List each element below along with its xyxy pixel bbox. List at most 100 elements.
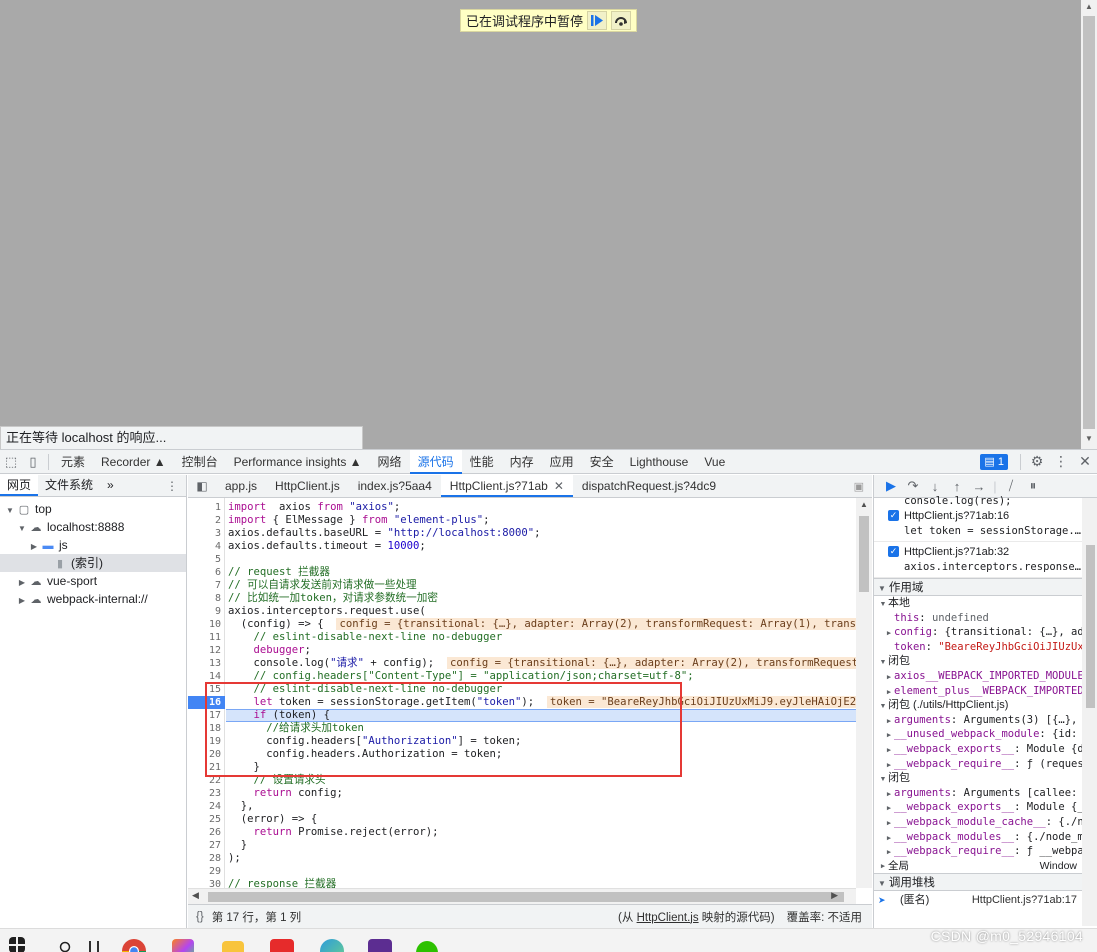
checkbox-checked-icon[interactable]: ✓ — [888, 510, 899, 521]
line-number[interactable]: 27 — [188, 839, 221, 852]
tab-vue[interactable]: Vue — [696, 450, 733, 474]
editor-tab[interactable]: HttpClient.js — [266, 475, 349, 497]
toggle-debugger-icon[interactable]: ▣ — [854, 480, 864, 493]
resume-icon[interactable]: ▶ — [880, 478, 902, 494]
file-explorer-icon[interactable] — [222, 941, 244, 952]
tab-sources[interactable]: 源代码 — [409, 449, 462, 474]
scope-section-header[interactable]: ▼ 作用域 — [874, 578, 1097, 596]
step-over-icon[interactable] — [611, 11, 632, 30]
scope-variable[interactable]: ▶ __webpack_module_cache__: {./noc — [878, 815, 1097, 830]
scope-variable[interactable]: ▶ __webpack_exports__: Module {def — [878, 742, 1097, 757]
scroll-up-icon[interactable]: ▲ — [1081, 2, 1097, 11]
scroll-left-icon[interactable]: ◀ — [192, 890, 199, 901]
scroll-down-icon[interactable]: ▼ — [1081, 434, 1097, 443]
scope-group-header[interactable]: ▼ 闭包 — [878, 771, 1097, 786]
line-number[interactable]: 10 — [188, 618, 221, 631]
line-number[interactable]: 11 — [188, 631, 221, 644]
line-number[interactable]: 26 — [188, 826, 221, 839]
intellij-icon[interactable] — [172, 939, 194, 952]
breakpoint-item[interactable]: ✓ HttpClient.js?71ab:16 let token = sess… — [874, 506, 1097, 542]
chevron-right-icon[interactable]: ▶ — [884, 816, 894, 830]
chevron-right-icon[interactable]: ▶ — [884, 728, 894, 742]
scope-variable[interactable]: ▶axios__WEBPACK_IMPORTED_MODULE_0: — [878, 669, 1097, 684]
close-tab-icon[interactable]: ✕ — [554, 479, 564, 493]
line-number[interactable]: 6 — [188, 566, 221, 579]
line-number[interactable]: 29 — [188, 865, 221, 878]
chevron-right-icon[interactable]: ▶ — [884, 670, 894, 684]
scope-group-header[interactable]: ▼ 闭包 (./utils/HttpClient.js) — [878, 698, 1097, 713]
tab-page[interactable]: 网页 — [0, 475, 39, 496]
tree-item[interactable]: ▶ ☁ vue-sport — [0, 572, 186, 590]
tree-item[interactable]: ▼ ☁ localhost:8888 — [0, 518, 186, 536]
toggle-navigator-icon[interactable]: ◧ — [188, 479, 216, 493]
line-number[interactable]: 13 — [188, 657, 221, 670]
line-number[interactable]: 2 — [188, 514, 221, 527]
scroll-up-icon[interactable]: ▲ — [860, 500, 868, 509]
more-tabs-icon[interactable]: » — [100, 475, 121, 496]
step-over-icon[interactable]: ↷ — [902, 478, 924, 494]
editor-tab-active[interactable]: HttpClient.js?71ab ✕ — [440, 475, 573, 497]
debugger-scrollbar[interactable] — [1082, 498, 1097, 926]
scrollbar-thumb[interactable] — [859, 516, 869, 592]
tab-network[interactable]: 网络 — [370, 450, 410, 474]
line-number[interactable]: 12 — [188, 644, 221, 657]
source-map-link[interactable]: HttpClient.js — [637, 912, 699, 924]
scope-group-header[interactable]: ▼ 本地 — [878, 596, 1097, 611]
step-into-icon[interactable]: ↓ — [924, 479, 946, 494]
tab-application[interactable]: 应用 — [542, 450, 582, 474]
line-number[interactable]: 4 — [188, 540, 221, 553]
global-scope-row[interactable]: ▶ 全局 Window — [874, 859, 1097, 874]
settings-gear-icon[interactable]: ⚙ — [1025, 453, 1049, 470]
scope-variable[interactable]: ▶ arguments: Arguments [callee: ƒ, — [878, 786, 1097, 801]
checkbox-checked-icon[interactable]: ✓ — [888, 546, 899, 557]
scope-group-header[interactable]: ▼ 闭包 — [878, 654, 1097, 669]
line-number[interactable]: 1 — [188, 501, 221, 514]
viewport-scrollbar[interactable]: ▲ ▼ — [1081, 0, 1097, 449]
editor-vertical-scrollbar[interactable]: ▲ — [856, 498, 872, 888]
editor-horizontal-scrollbar[interactable]: ◀ ▶ — [188, 888, 856, 904]
editor-tab[interactable]: index.js?5aa4 — [349, 475, 441, 497]
close-devtools-icon[interactable]: ✕ — [1073, 453, 1097, 470]
chevron-right-icon[interactable]: ▶ — [884, 685, 894, 699]
scope-variable[interactable]: this: undefined — [878, 611, 1097, 626]
line-number[interactable]: 23 — [188, 787, 221, 800]
line-number[interactable]: 24 — [188, 800, 221, 813]
step-icon[interactable]: → — [968, 479, 990, 494]
app-red-icon[interactable] — [270, 939, 294, 952]
resume-icon[interactable] — [587, 11, 608, 30]
scope-variable[interactable]: ▶ arguments: Arguments(3) [{…}, Mo — [878, 713, 1097, 728]
callstack-section-header[interactable]: ▼ 调用堆栈 — [874, 873, 1097, 892]
line-number[interactable]: 9 — [188, 605, 221, 618]
tree-item[interactable]: ▶ ☁ webpack-internal:// — [0, 590, 186, 608]
editor-tab[interactable]: dispatchRequest.js?4dc9 — [573, 475, 725, 497]
tab-lighthouse[interactable]: Lighthouse — [622, 450, 697, 474]
tab-security[interactable]: 安全 — [582, 450, 622, 474]
step-out-icon[interactable]: ↑ — [946, 479, 968, 494]
tree-item[interactable]: ▶ ▬ js — [0, 536, 186, 554]
navigator-menu-icon[interactable]: ⋮ — [166, 479, 186, 493]
tab-filesystem[interactable]: 文件系统 — [38, 475, 100, 496]
pause-on-exceptions-icon[interactable]: ⏸ — [1022, 478, 1044, 494]
issues-badge[interactable]: ▤ 1 — [980, 453, 1008, 470]
more-options-icon[interactable]: ⋮ — [1049, 453, 1073, 470]
editor-tab[interactable]: app.js — [216, 475, 266, 497]
chevron-right-icon[interactable]: ▶ — [16, 592, 28, 610]
scope-variable[interactable]: ▶ config: {transitional: {…}, adap — [878, 625, 1097, 640]
visual-studio-icon[interactable] — [368, 939, 392, 952]
chevron-right-icon[interactable]: ▶ — [884, 845, 894, 859]
windows-start-icon[interactable] — [9, 937, 25, 952]
wechat-icon[interactable] — [416, 941, 438, 952]
tree-item[interactable]: ▮ (索引) — [0, 554, 186, 572]
inspect-element-icon[interactable]: ⬚ — [0, 454, 22, 470]
scope-variable[interactable]: ▶ __webpack_require__: ƒ __webpack — [878, 844, 1097, 859]
chevron-right-icon[interactable]: ▶ — [884, 743, 894, 757]
scope-variable[interactable]: token: "BeareReyJhbGciOiJIUzUxMi — [878, 640, 1097, 655]
tab-elements[interactable]: 元素 — [53, 450, 93, 474]
chevron-right-icon[interactable]: ▶ — [884, 831, 894, 845]
scope-variable[interactable]: ▶ __webpack_require__: ƒ (request, — [878, 757, 1097, 772]
code-editor[interactable]: 1 2 3 4 5 6 7 8 9 10 11 12 13 14 15 16 17 18 19 20 21 22 23 24 2… — [188, 498, 872, 904]
scroll-right-icon[interactable]: ▶ — [831, 890, 838, 901]
scope-variable[interactable]: ▶element_plus__WEBPACK_IMPORTED_M: — [878, 684, 1097, 699]
chevron-right-icon[interactable]: ▶ — [884, 787, 894, 801]
line-number[interactable]: 25 — [188, 813, 221, 826]
